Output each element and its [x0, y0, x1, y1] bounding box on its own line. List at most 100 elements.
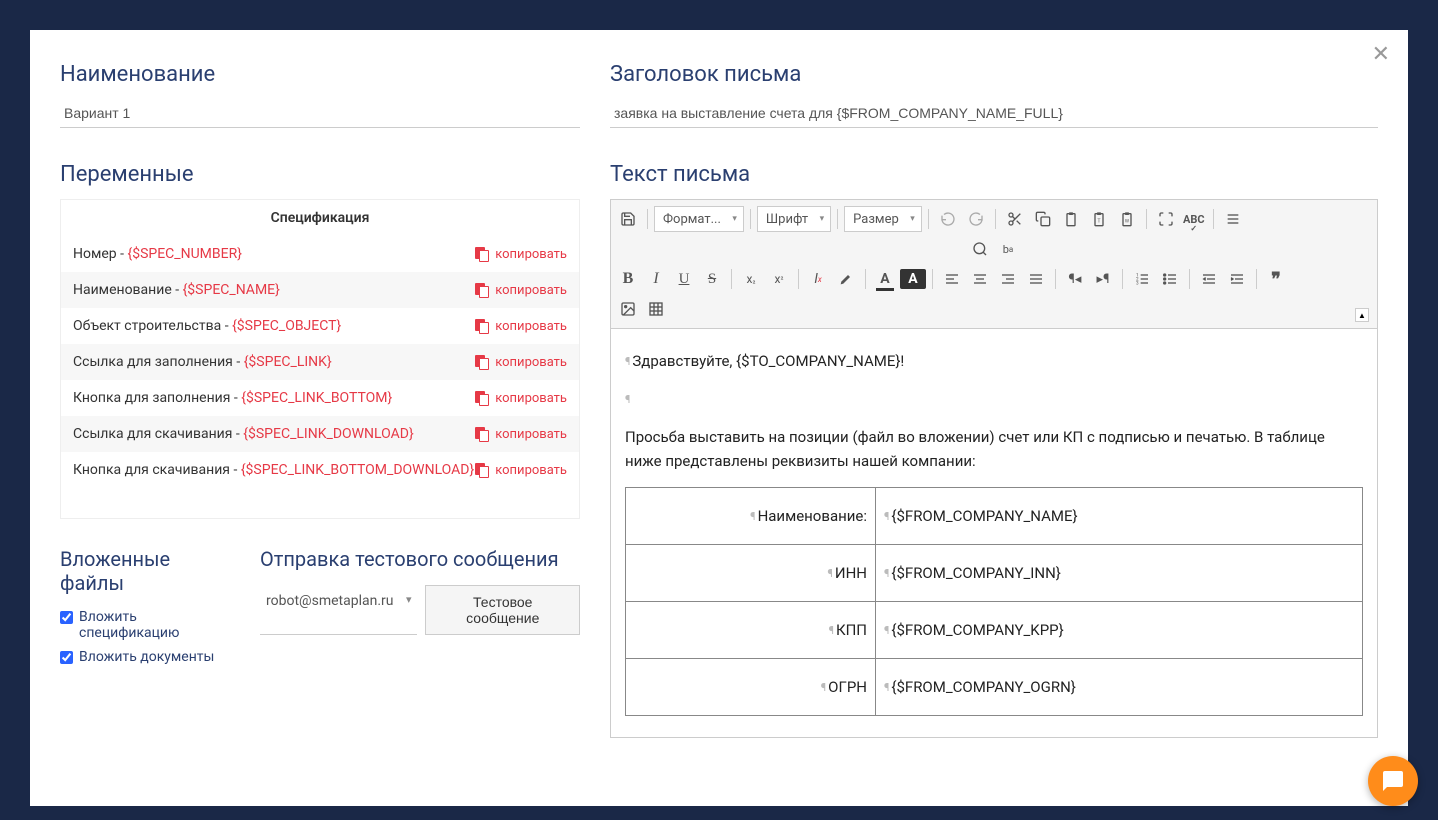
variable-label: Кнопка для заполнения - {$SPEC_LINK_BOTT…: [73, 390, 392, 406]
subject-heading: Заголовок письма: [610, 62, 1378, 87]
paste-icon[interactable]: [1058, 206, 1084, 232]
variable-row: Номер - {$SPEC_NUMBER}копировать: [61, 236, 579, 272]
ordered-list-icon[interactable]: 123: [1129, 266, 1155, 292]
svg-text:3: 3: [1136, 280, 1139, 286]
close-icon[interactable]: ✕: [1372, 42, 1390, 67]
subscript-icon[interactable]: x₂: [738, 266, 764, 292]
copy-variable-button[interactable]: копировать: [475, 391, 567, 406]
unordered-list-icon[interactable]: [1157, 266, 1183, 292]
cut-icon[interactable]: [1002, 206, 1028, 232]
table-icon[interactable]: [643, 296, 669, 322]
variable-placeholder: {$SPEC_NUMBER}: [127, 246, 241, 262]
variable-label: Объект строительства - {$SPEC_OBJECT}: [73, 318, 341, 334]
copy-icon: [475, 283, 489, 297]
copy-icon: [475, 355, 489, 369]
subject-input[interactable]: [610, 99, 1378, 128]
variable-row: Кнопка для заполнения - {$SPEC_LINK_BOTT…: [61, 380, 579, 416]
indent-icon[interactable]: [1224, 266, 1250, 292]
variable-placeholder: {$SPEC_OBJECT}: [232, 318, 341, 334]
highlight-icon[interactable]: [833, 266, 859, 292]
collapse-toolbar-icon[interactable]: ▲: [1355, 308, 1369, 322]
format-select[interactable]: Формат...: [654, 206, 744, 232]
test-email-select[interactable]: robot@smetaplan.ru: [260, 585, 417, 635]
align-right-icon[interactable]: [995, 266, 1021, 292]
variables-list[interactable]: Спецификация Номер - {$SPEC_NUMBER}копир…: [60, 199, 580, 519]
requisite-value: ¶{$FROM_COMPANY_KPP}: [876, 602, 1363, 659]
copy-icon: [475, 319, 489, 333]
requisite-label: ¶ИНН: [626, 545, 876, 602]
variable-label: Наименование - {$SPEC_NAME}: [73, 282, 280, 298]
table-row: ¶КПП¶{$FROM_COMPANY_KPP}: [626, 602, 1363, 659]
paste-word-icon[interactable]: W: [1114, 206, 1140, 232]
bold-icon[interactable]: B: [615, 266, 641, 292]
attach-spec-checkbox[interactable]: Вложить спецификацию: [60, 609, 230, 641]
attach-docs-checkbox[interactable]: Вложить документы: [60, 649, 230, 665]
svg-text:W: W: [1125, 218, 1130, 224]
variable-placeholder: {$SPEC_LINK}: [244, 354, 332, 370]
attach-docs-input[interactable]: [60, 651, 73, 664]
image-icon[interactable]: [615, 296, 641, 322]
copy-icon: [475, 391, 489, 405]
copy-variable-button[interactable]: копировать: [475, 247, 567, 262]
source-icon[interactable]: [1220, 206, 1246, 232]
variable-placeholder: {$SPEC_LINK_DOWNLOAD}: [243, 426, 413, 442]
variable-row: Ссылка для заполнения - {$SPEC_LINK} копи…: [61, 344, 579, 380]
copy-icon[interactable]: [1030, 206, 1056, 232]
table-row: ¶ОГРН¶{$FROM_COMPANY_OGRN}: [626, 659, 1363, 716]
ltr-icon[interactable]: ¶◂: [1062, 266, 1088, 292]
name-heading: Наименование: [60, 62, 580, 87]
right-column: Заголовок письма Текст письма Формат... …: [600, 62, 1378, 774]
underline-icon[interactable]: U: [671, 266, 697, 292]
rtl-icon[interactable]: ▸¶: [1090, 266, 1116, 292]
superscript-icon[interactable]: x²: [766, 266, 792, 292]
bg-color-icon[interactable]: A: [900, 269, 926, 289]
editor-content[interactable]: ¶Здравствуйте, {$TO_COMPANY_NAME}! ¶ Про…: [611, 329, 1377, 737]
variable-placeholder: {$SPEC_NAME}: [183, 282, 280, 298]
align-center-icon[interactable]: [967, 266, 993, 292]
variable-row: Кнопка для скачивания - {$SPEC_LINK_BOTT…: [61, 452, 579, 488]
copy-variable-button[interactable]: копировать: [475, 427, 567, 442]
left-column: Наименование Переменные Спецификация Ном…: [60, 62, 600, 774]
copy-variable-button[interactable]: копировать: [475, 319, 567, 334]
strike-icon[interactable]: S: [699, 266, 725, 292]
table-row: ¶Наименование:¶{$FROM_COMPANY_NAME}: [626, 488, 1363, 545]
spellcheck-icon[interactable]: ABC✓: [1181, 206, 1207, 232]
table-row: ¶ИНН¶{$FROM_COMPANY_INN}: [626, 545, 1363, 602]
svg-text:T: T: [1097, 218, 1101, 224]
align-justify-icon[interactable]: [1023, 266, 1049, 292]
italic-icon[interactable]: I: [643, 266, 669, 292]
copy-variable-button[interactable]: копировать: [475, 283, 567, 298]
chat-widget-button[interactable]: [1368, 756, 1418, 806]
variable-row: Объект строительства - {$SPEC_OBJECT} коп…: [61, 308, 579, 344]
variable-row: Ссылка для скачивания - {$SPEC_LINK_DOWN…: [61, 416, 579, 452]
send-test-button[interactable]: Тестовое сообщение: [425, 585, 580, 635]
replace-icon[interactable]: ba: [995, 236, 1021, 262]
find-icon[interactable]: [967, 236, 993, 262]
paste-text-icon[interactable]: T: [1086, 206, 1112, 232]
attach-spec-input[interactable]: [60, 611, 73, 624]
copy-icon: [475, 463, 489, 477]
remove-format-icon[interactable]: Ix: [805, 266, 831, 292]
variable-row: Наименование - {$SPEC_NAME} копировать: [61, 272, 579, 308]
fullscreen-icon[interactable]: [1153, 206, 1179, 232]
body-heading: Текст письма: [610, 162, 1378, 187]
requisite-value: ¶{$FROM_COMPANY_NAME}: [876, 488, 1363, 545]
variables-group-header: Спецификация: [61, 200, 579, 236]
blockquote-icon[interactable]: ❞: [1263, 266, 1289, 292]
size-select[interactable]: Размер: [844, 206, 922, 232]
undo-icon[interactable]: [935, 206, 961, 232]
copy-variable-button[interactable]: копировать: [475, 355, 567, 370]
variable-label: Ссылка для скачивания - {$SPEC_LINK_DOWN…: [73, 426, 414, 442]
copy-variable-button[interactable]: копировать: [475, 463, 567, 478]
redo-icon[interactable]: [963, 206, 989, 232]
save-icon[interactable]: [615, 206, 641, 232]
font-select[interactable]: Шрифт: [757, 206, 831, 232]
variable-label: Ссылка для заполнения - {$SPEC_LINK}: [73, 354, 332, 370]
attachments-heading: Вложенные файлы: [60, 547, 230, 595]
copy-icon: [475, 427, 489, 441]
requisite-label: ¶Наименование:: [626, 488, 876, 545]
align-left-icon[interactable]: [939, 266, 965, 292]
text-color-icon[interactable]: A: [872, 266, 898, 292]
outdent-icon[interactable]: [1196, 266, 1222, 292]
template-name-input[interactable]: [60, 99, 580, 128]
